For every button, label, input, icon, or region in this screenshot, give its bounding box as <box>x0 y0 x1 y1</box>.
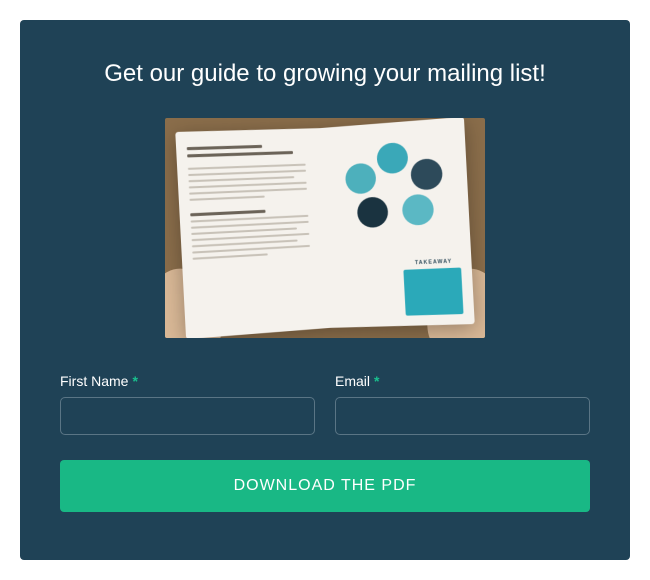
book-illustration: TAKEAWAY <box>180 121 470 335</box>
required-mark: * <box>132 373 137 389</box>
book-page-right: TAKEAWAY <box>320 118 475 328</box>
email-input[interactable] <box>335 397 590 435</box>
circle-diagram-icon <box>346 139 444 236</box>
first-name-label-row: First Name * <box>60 373 315 389</box>
takeaway-box <box>403 268 463 316</box>
hero-image: TAKEAWAY <box>165 118 485 338</box>
first-name-input[interactable] <box>60 397 315 435</box>
headline: Get our guide to growing your mailing li… <box>60 60 590 88</box>
first-name-field: First Name * <box>60 373 315 435</box>
book-page-left <box>175 128 330 338</box>
email-label: Email <box>335 373 370 389</box>
required-mark: * <box>374 373 379 389</box>
email-field: Email * <box>335 373 590 435</box>
signup-form-card: Get our guide to growing your mailing li… <box>20 20 630 560</box>
takeaway-label: TAKEAWAY <box>415 259 453 267</box>
email-label-row: Email * <box>335 373 590 389</box>
form-row: First Name * Email * <box>60 373 590 435</box>
first-name-label: First Name <box>60 373 128 389</box>
download-pdf-button[interactable]: DOWNLOAD THE PDF <box>60 460 590 512</box>
